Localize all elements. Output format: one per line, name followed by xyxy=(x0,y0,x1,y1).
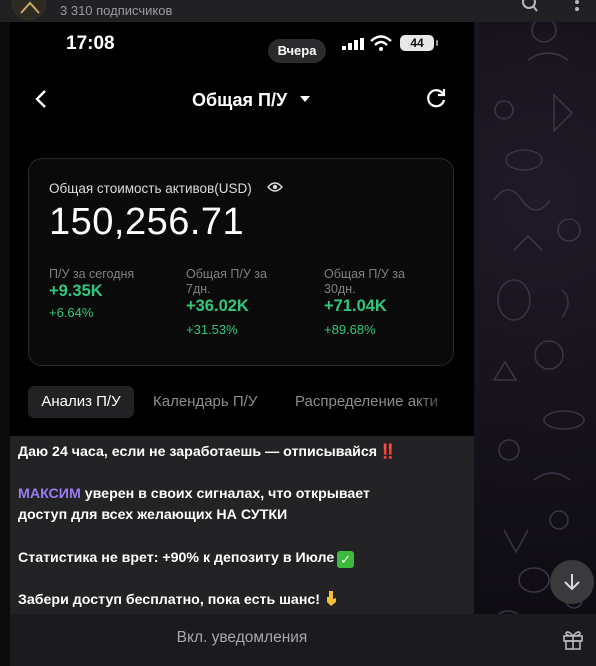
message-text: Даю 24 часа, если не заработаешь — отпис… xyxy=(18,444,378,460)
channel-post-message[interactable]: Даю 24 часа, если не заработаешь — отпис… xyxy=(10,436,474,614)
channel-avatar[interactable] xyxy=(12,0,46,20)
battery-indicator: 44 xyxy=(400,35,438,51)
stat-value: +36.02K xyxy=(186,297,249,315)
stat-percent: +89.68% xyxy=(324,322,376,337)
chevron-down-icon xyxy=(300,96,310,102)
left-panel-edge xyxy=(0,0,10,666)
post-image-screenshot[interactable]: 17:08 Вчера 44 Общая П/У Общая стоимость… xyxy=(10,22,474,436)
message-text: уверен в своих сигналах, что открывает xyxy=(80,486,370,502)
status-bar-date-pill: Вчера xyxy=(268,39,326,63)
stat-percent: +31.53% xyxy=(186,322,238,337)
arrow-down-icon xyxy=(564,574,580,591)
pointing-down-hand-icon xyxy=(327,591,337,606)
page-title: Общая П/У xyxy=(192,90,288,110)
refresh-icon xyxy=(427,89,446,108)
message-text: Забери доступ бесплатно, пока есть шанс! xyxy=(18,592,321,608)
stat-percent: +6.64% xyxy=(49,305,94,320)
stat-today: П/У за сегодня +9.35K +6.64% xyxy=(49,267,179,320)
stat-7-days: Общая П/У за 7дн. +36.02K +31.53% xyxy=(186,267,286,337)
total-assets-label: Общая стоимость активов(USD) xyxy=(49,181,252,196)
stat-30-days: Общая П/У за 30дн. +71.04K +89.68% xyxy=(324,267,424,337)
portfolio-summary-card: Общая стоимость активов(USD) 150,256.71 … xyxy=(28,158,454,366)
stat-label: Общая П/У за 7дн. xyxy=(186,267,267,296)
message-line: Даю 24 часа, если не заработаешь — отпис… xyxy=(18,442,397,463)
scroll-to-bottom-button[interactable] xyxy=(550,560,594,604)
stat-label: Общая П/У за 30дн. xyxy=(324,267,405,296)
eye-icon xyxy=(267,182,283,192)
check-mark-icon: ✓ xyxy=(337,551,355,568)
message-line: Забери доступ бесплатно, пока есть шанс! xyxy=(18,590,338,611)
search-icon[interactable] xyxy=(522,0,540,14)
channel-header[interactable]: 3 310 подписчиков xyxy=(0,0,596,22)
tab-pnl-analysis: Анализ П/У xyxy=(28,386,134,418)
enable-notifications-button[interactable]: Вкл. уведомления xyxy=(10,614,474,666)
total-assets-value: 150,256.71 xyxy=(49,201,245,243)
tab-pnl-calendar: Календарь П/У xyxy=(153,393,258,410)
message-text: доступ для всех желающих НА СУТКИ xyxy=(18,507,288,523)
subscriber-count: 3 310 подписчиков xyxy=(60,3,173,18)
signal-icon xyxy=(342,38,364,50)
message-text: Статистика не врет: +90% к депозиту в Ию… xyxy=(18,550,335,566)
stat-value: +71.04K xyxy=(324,297,387,315)
message-line: Статистика не врет: +90% к депозиту в Ию… xyxy=(18,548,355,569)
telegram-channel-view: 3 310 подписчиков 17:08 Вчера 44 Общая П… xyxy=(0,0,596,666)
bottom-bar: Вкл. уведомления xyxy=(10,614,596,666)
message-line: МАКСИМ уверен в своих сигналах, что откр… xyxy=(18,484,370,526)
wifi-icon xyxy=(370,35,392,51)
more-options-icon[interactable] xyxy=(568,0,586,14)
status-bar-time: 17:08 xyxy=(66,33,115,54)
tabs-fade-overlay xyxy=(414,386,474,418)
mentioned-name: МАКСИМ xyxy=(18,486,81,502)
double-exclamation-icon: ‼️ xyxy=(379,444,397,460)
stat-value: +9.35K xyxy=(49,282,103,300)
gift-icon[interactable] xyxy=(562,628,584,650)
back-arrow-icon xyxy=(35,90,46,108)
